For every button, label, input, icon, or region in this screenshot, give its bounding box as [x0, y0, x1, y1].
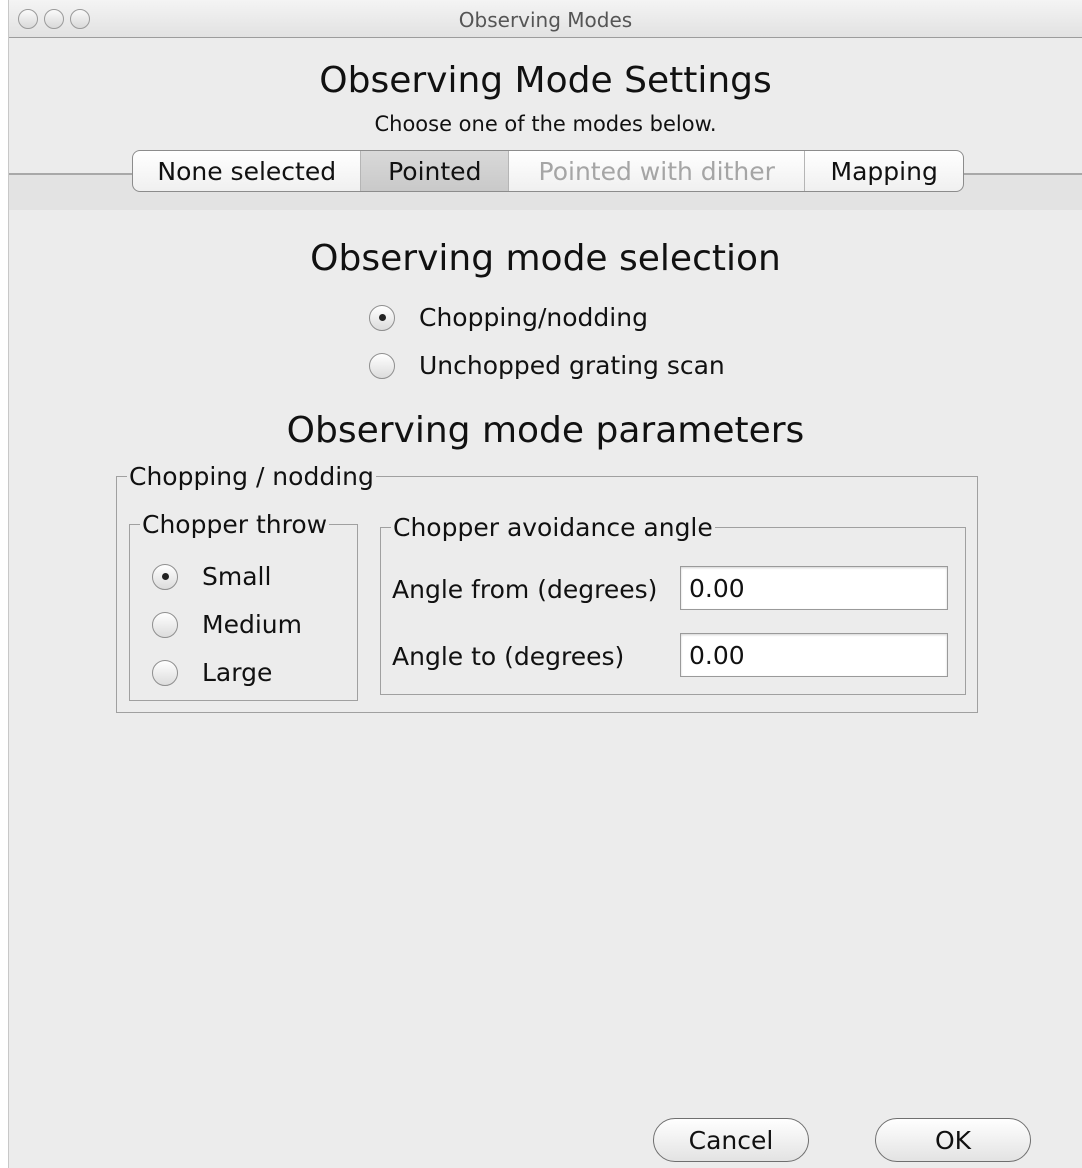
tab-mapping[interactable]: Mapping [805, 151, 963, 191]
radio-unselected-icon[interactable] [152, 611, 178, 638]
chopping-nodding-group: Chopping / nodding Chopper throw Small M… [116, 462, 978, 713]
cancel-button[interactable]: Cancel [653, 1118, 809, 1162]
mode-selection-heading: Observing mode selection [310, 238, 781, 279]
ok-button[interactable]: OK [875, 1118, 1031, 1162]
title-bar: Observing Modes [9, 0, 1082, 38]
tab-pointed[interactable]: Pointed [361, 151, 510, 191]
angle-from-label: Angle from (degrees) [392, 575, 658, 604]
page-title: Observing Mode Settings [319, 60, 772, 101]
radio-label: Unchopped grating scan [419, 351, 725, 380]
page-subtitle: Choose one of the modes below. [374, 112, 717, 136]
radio-chopping-nodding[interactable]: Chopping/nodding [369, 303, 648, 332]
angle-to-label: Angle to (degrees) [392, 642, 625, 671]
radio-unselected-icon[interactable] [152, 659, 178, 686]
chopper-avoidance-angle-legend: Chopper avoidance angle [391, 513, 715, 542]
chopper-avoidance-angle-group: Chopper avoidance angle Angle from (degr… [380, 513, 966, 695]
observing-modes-window: Observing Modes Observing Mode Settings … [8, 0, 1082, 1168]
radio-label: Medium [202, 610, 302, 639]
radio-throw-medium[interactable]: Medium [152, 610, 302, 639]
tab-none-selected[interactable]: None selected [133, 151, 362, 191]
mode-parameters-heading: Observing mode parameters [286, 410, 805, 451]
tab-pointed-with-dither: Pointed with dither [509, 151, 806, 191]
radio-label: Small [202, 562, 272, 591]
angle-from-input[interactable] [680, 566, 948, 610]
mode-tabs: None selected Pointed Pointed with dithe… [132, 150, 964, 192]
chopper-throw-group: Chopper throw Small Medium Large [129, 510, 358, 701]
radio-label: Large [202, 658, 273, 687]
radio-selected-icon[interactable] [369, 304, 395, 331]
chopping-nodding-legend: Chopping / nodding [127, 462, 376, 491]
angle-to-input[interactable] [680, 633, 948, 677]
radio-label: Chopping/nodding [419, 303, 648, 332]
window-title: Observing Modes [458, 8, 633, 32]
radio-unselected-icon[interactable] [369, 352, 395, 379]
radio-throw-small[interactable]: Small [152, 562, 271, 591]
radio-selected-icon[interactable] [152, 563, 178, 590]
chopper-throw-legend: Chopper throw [140, 510, 330, 539]
radio-throw-large[interactable]: Large [152, 658, 272, 687]
radio-unchopped-grating-scan[interactable]: Unchopped grating scan [369, 351, 725, 380]
